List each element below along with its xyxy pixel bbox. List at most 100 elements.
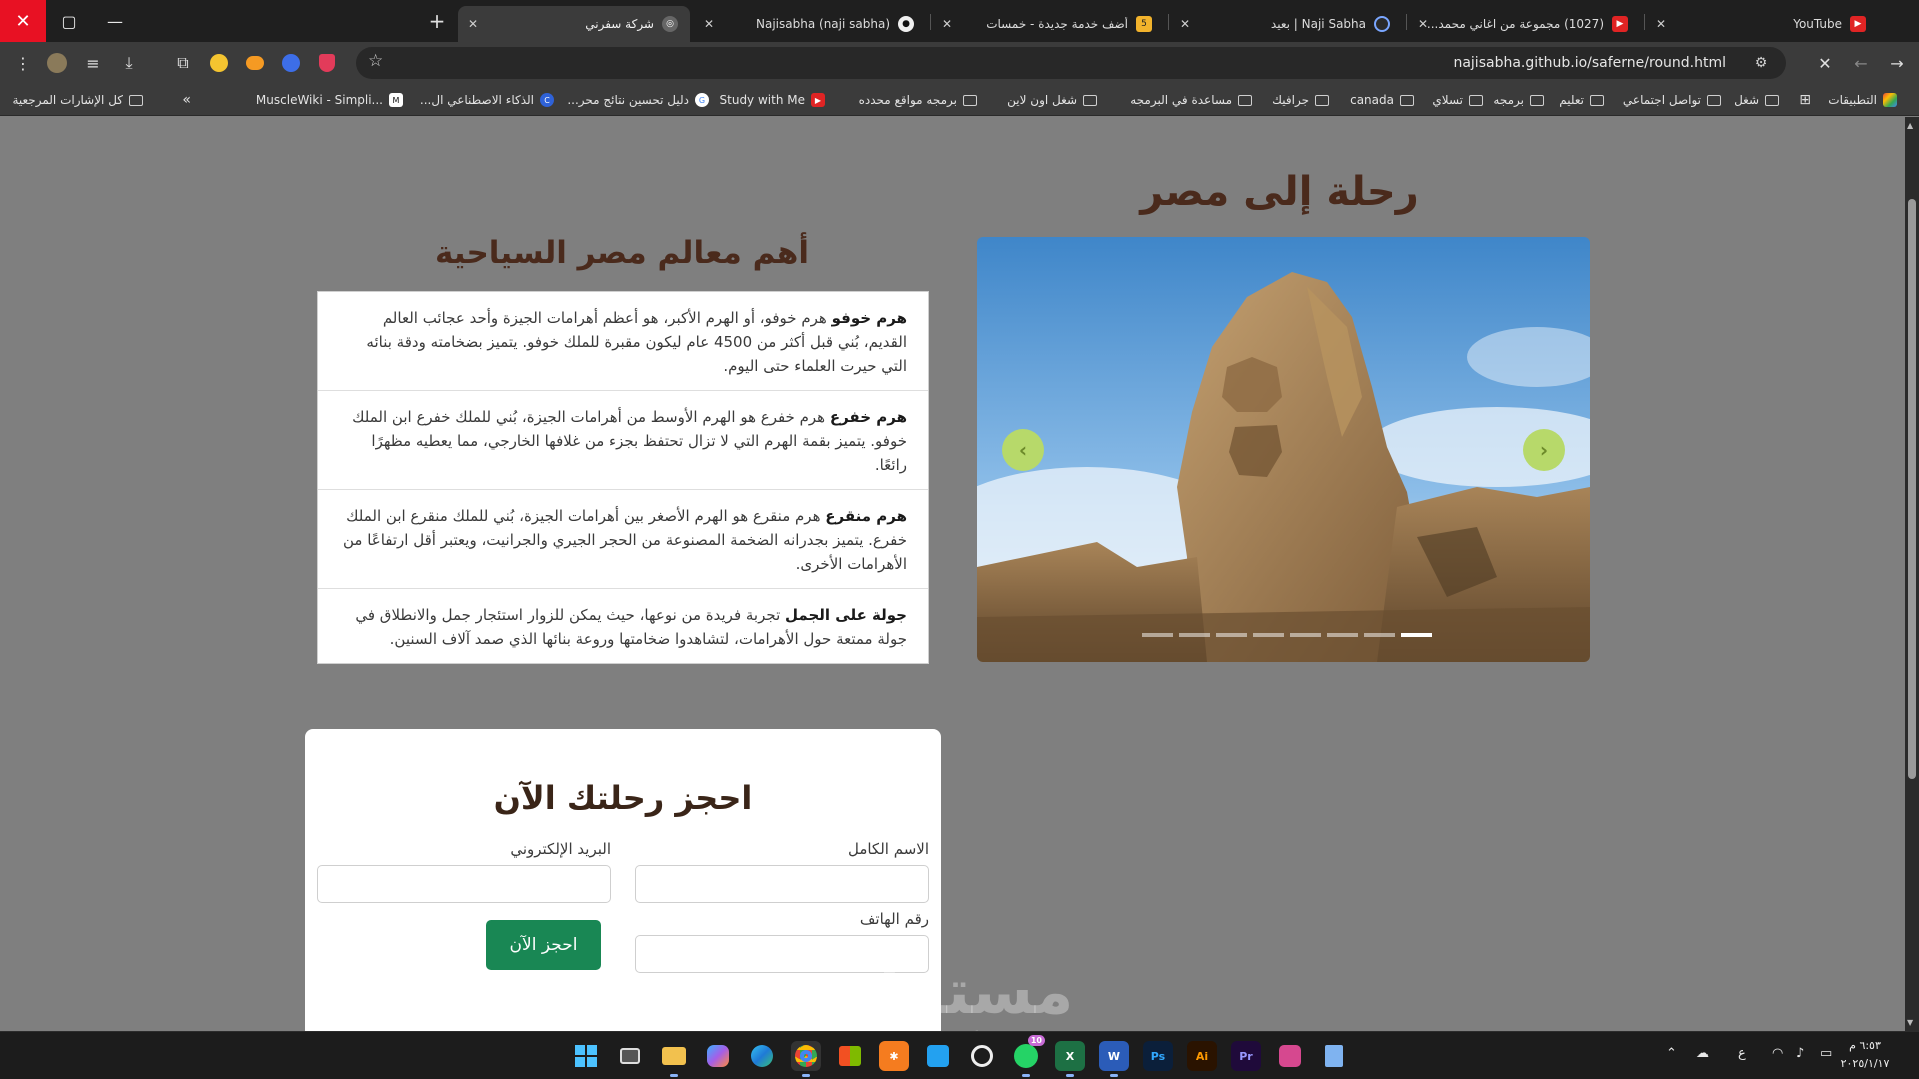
window-maximize-button[interactable]: ▢	[46, 0, 92, 42]
vertical-scrollbar[interactable]: ▲ ▼	[1905, 117, 1919, 1031]
notepad-icon[interactable]	[1319, 1041, 1349, 1071]
tab-title: Naji Sabha | بعيد	[1270, 17, 1366, 31]
tab-youtube[interactable]: ▶ YouTube ✕	[1646, 6, 1878, 42]
tab-youtube-songs[interactable]: ▶ (1027) مجموعة من اغاني محمد... ✕	[1408, 6, 1640, 42]
site-info-icon[interactable]: ⚙	[1750, 52, 1772, 74]
xampp-icon[interactable]: ✱	[879, 1041, 909, 1071]
illustrator-icon[interactable]: Ai	[1187, 1041, 1217, 1071]
email-field[interactable]	[317, 865, 611, 903]
name-field[interactable]	[635, 865, 929, 903]
wifi-icon[interactable]: ◠	[1772, 1046, 1783, 1061]
extension-dev-icon[interactable]	[278, 50, 304, 76]
carousel-indicator[interactable]	[1364, 633, 1395, 637]
word-icon[interactable]: W	[1099, 1041, 1129, 1077]
carousel-indicator[interactable]	[1216, 633, 1247, 637]
scroll-up-icon[interactable]: ▲	[1907, 121, 1913, 130]
bookmark-ai[interactable]: C الذكاء الاصطناعي ال...	[420, 90, 554, 110]
chatgpt-icon[interactable]	[967, 1041, 997, 1071]
window-minimize-button[interactable]: —	[92, 0, 138, 42]
phone-field[interactable]	[635, 935, 929, 973]
whatsapp-icon[interactable]: 10	[1011, 1035, 1045, 1077]
bookmark-folder[interactable]: تسلاي	[1432, 90, 1483, 110]
download-icon[interactable]: ⤓	[116, 50, 142, 76]
image-carousel[interactable]: ‹ ›	[977, 237, 1590, 662]
scrollbar-thumb[interactable]	[1908, 199, 1916, 779]
close-tab-icon[interactable]: ✕	[942, 17, 952, 31]
bookmark-folder[interactable]: شغل	[1734, 90, 1779, 110]
bookmark-folder[interactable]: تواصل اجتماعي	[1623, 90, 1721, 110]
back-icon[interactable]: →	[1884, 50, 1910, 76]
bookmark-musclewiki[interactable]: MuscleWiki - Simpli... M	[256, 90, 403, 110]
chevron-left-icon: ‹	[1018, 438, 1028, 462]
bookmark-apps[interactable]: التطبيقات	[1828, 90, 1897, 110]
carousel-indicator[interactable]	[1290, 633, 1321, 637]
scroll-down-icon[interactable]: ▼	[1907, 1018, 1913, 1027]
bookmark-folder[interactable]: برمجه مواقع محدده	[859, 90, 977, 110]
bookmark-folder[interactable]: برمجه	[1493, 90, 1544, 110]
carousel-indicator[interactable]	[1327, 633, 1358, 637]
close-tab-icon[interactable]: ✕	[1180, 17, 1190, 31]
bookmark-folder[interactable]: شغل اون لاين	[1007, 90, 1097, 110]
bookmark-study-with-me[interactable]: Study with Me ▶	[720, 90, 825, 110]
bookmark-google-guide[interactable]: G دليل تحسين نتائج محر...	[567, 90, 709, 110]
edge-icon[interactable]	[747, 1041, 777, 1071]
bookmark-folder[interactable]: مساعدة في البرمجه	[1130, 90, 1252, 110]
tab-github[interactable]: ● Najisabha (naji sabha) ✕	[694, 6, 926, 42]
carousel-next-button[interactable]: ›	[1523, 429, 1565, 471]
task-view-icon[interactable]	[615, 1041, 645, 1071]
forward-icon[interactable]: ←	[1848, 50, 1874, 76]
chrome-icon[interactable]	[791, 1041, 821, 1077]
list-item: هرم منقرع هرم منقرع هو الهرم الأصغر بين …	[318, 490, 928, 589]
photoshop-icon[interactable]: Ps	[1143, 1041, 1173, 1071]
bookmarks-overflow-chevron[interactable]: »	[182, 90, 191, 110]
extension-burger-icon[interactable]	[242, 50, 268, 76]
language-indicator[interactable]: ع	[1738, 1046, 1746, 1061]
bookmark-label: تعليم	[1559, 93, 1584, 107]
bookmark-folder[interactable]: canada	[1350, 90, 1414, 110]
close-tab-icon[interactable]: ✕	[468, 17, 478, 31]
book-now-button[interactable]: احجز الآن	[486, 920, 601, 970]
file-explorer-icon[interactable]	[659, 1041, 689, 1077]
onedrive-icon[interactable]: ☁	[1696, 1046, 1709, 1061]
bookmark-folder[interactable]: تعليم	[1559, 90, 1604, 110]
new-tab-button[interactable]: +	[424, 9, 450, 33]
close-tab-icon[interactable]: ✕	[704, 17, 714, 31]
extensions-icon[interactable]: ⧉	[170, 50, 196, 76]
extension-shield-icon[interactable]	[314, 50, 340, 76]
tab-safarni[interactable]: ◎ شركة سفرني ✕	[458, 6, 690, 42]
khamsat-icon: 5	[1136, 16, 1152, 32]
address-bar[interactable]: ☆ najisabha.github.io/saferne/round.html…	[356, 47, 1786, 79]
trip-title: رحلة إلى مصر	[1140, 169, 1419, 215]
tab-baaeed[interactable]: Naji Sabha | بعيد ✕	[1170, 6, 1402, 42]
carousel-indicator[interactable]	[1142, 633, 1173, 637]
premiere-icon[interactable]: Pr	[1231, 1041, 1261, 1071]
close-tab-icon[interactable]: ✕	[1656, 17, 1666, 31]
tab-khamsat[interactable]: 5 أضف خدمة جديدة - خمسات ✕	[932, 6, 1164, 42]
window-close-button[interactable]: ✕	[0, 0, 46, 42]
vscode-icon[interactable]	[923, 1041, 953, 1071]
bookmark-all-bookmarks[interactable]: كل الإشارات المرجعية	[12, 90, 143, 110]
bookmark-folder[interactable]: جرافيك	[1272, 90, 1329, 110]
tray-overflow-chevron-icon[interactable]: ⌃	[1666, 1046, 1677, 1061]
system-clock[interactable]: ٦:٥٣ م ٢٠٢٥/١/١٧	[1826, 1037, 1904, 1073]
bookmark-star-icon[interactable]: ☆	[368, 51, 383, 71]
microsoft-store-icon[interactable]	[835, 1041, 865, 1071]
bookmark-label: برمجه مواقع محدده	[858, 93, 957, 107]
carousel-indicator-active[interactable]	[1401, 633, 1432, 637]
bookmark-grid[interactable]: ⊞	[1799, 90, 1811, 110]
copilot-icon[interactable]	[703, 1041, 733, 1071]
volume-icon[interactable]: ♪	[1796, 1046, 1804, 1061]
close-tab-icon[interactable]: ✕	[1418, 17, 1428, 31]
menu-kebab-icon[interactable]: ⋮	[10, 50, 36, 76]
reload-stop-icon[interactable]: ✕	[1812, 50, 1838, 76]
carousel-indicator[interactable]	[1179, 633, 1210, 637]
carousel-indicator[interactable]	[1253, 633, 1284, 637]
app-icon[interactable]	[1275, 1041, 1305, 1071]
profile-avatar[interactable]	[44, 50, 70, 76]
reading-list-icon[interactable]: ≡	[80, 50, 106, 76]
carousel-prev-button[interactable]: ‹	[1002, 429, 1044, 471]
excel-icon[interactable]: X	[1055, 1041, 1085, 1077]
extension-pacman-icon[interactable]	[206, 50, 232, 76]
windows-start-icon[interactable]	[571, 1041, 601, 1071]
sites-list: هرم خوفو هرم خوفو، أو الهرم الأكبر، هو أ…	[317, 291, 929, 664]
